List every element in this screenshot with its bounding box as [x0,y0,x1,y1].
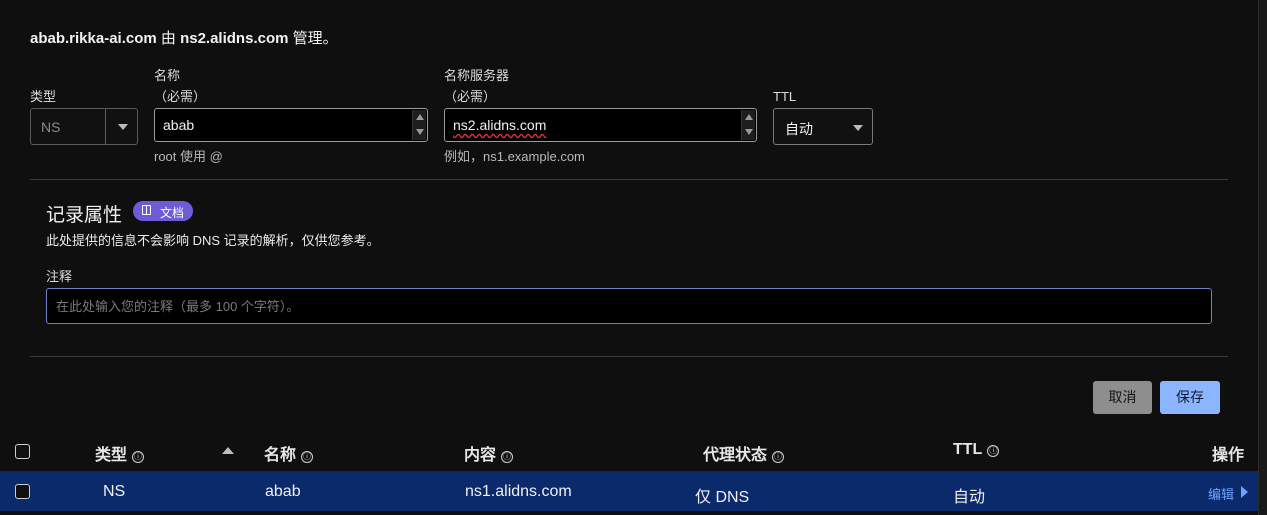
docs-badge-label: 文档 [160,206,185,220]
info-icon: ⓘ [772,451,785,463]
nameserver-hint: 例如，ns1.example.com [444,149,585,164]
nameserver-label: 名称服务器 [444,68,510,83]
select-all-checkbox[interactable] [15,444,30,459]
column-header-content[interactable]: 内容 ⓘ [464,441,514,465]
cell-proxy-status: 仅 DNS [695,489,750,506]
spinner-icon[interactable] [745,112,754,138]
scrollbar[interactable] [1258,0,1267,515]
docs-badge-link[interactable]: 文档 [133,201,193,221]
table-header: 类型 ⓘ 名称 ⓘ 内容 ⓘ 代理状态 ⓘ TTL ⓘ 操作 [0,432,1260,470]
cell-content: ns1.alidns.com [465,483,572,500]
type-label: 类型 [30,89,57,104]
book-icon [142,205,151,215]
column-header-name[interactable]: 名称 ⓘ [264,441,314,465]
note-field[interactable] [46,288,1212,324]
ttl-label: TTL [773,89,797,104]
cell-type: NS [103,483,126,500]
record-attributes-title: 记录属性 [46,205,123,226]
divider [30,356,1228,357]
type-select[interactable]: NS [30,108,138,145]
note-label: 注释 [46,269,73,284]
nameserver-required: （必需） [444,89,497,104]
nameserver-input[interactable]: ns2.alidns.com [444,108,757,142]
type-value: NS [41,119,61,135]
chevron-down-icon [853,125,863,131]
ttl-value: 自动 [785,121,813,137]
info-icon: ⓘ [301,451,314,463]
sort-ascending-icon[interactable] [222,447,234,454]
name-required: （必需） [154,89,207,104]
note-input[interactable] [47,289,1211,323]
select-divider [105,109,106,144]
row-checkbox[interactable] [15,484,30,499]
column-header-proxy-status[interactable]: 代理状态 ⓘ [703,441,785,465]
heading-suffix: 管理。 [288,30,338,47]
chevron-down-icon [118,124,128,130]
bottom-edge [0,511,1260,515]
cancel-button[interactable]: 取消 [1093,381,1152,414]
info-icon: ⓘ [501,451,514,463]
column-header-actions: 操作 [1212,447,1245,464]
domain-name: abab.rikka-ai.com [30,30,157,47]
column-header-type[interactable]: 类型 ⓘ [95,441,145,465]
info-icon: ⓘ [987,445,1000,457]
managed-by-heading: abab.rikka-ai.com 由 ns2.alidns.com 管理。 [30,27,338,48]
nameserver-value: ns2.alidns.com [453,117,547,133]
spinner-icon[interactable] [416,112,425,138]
table-row[interactable]: NS abab ns1.alidns.com 仅 DNS 自动 编辑 [0,471,1260,511]
info-icon: ⓘ [132,451,145,463]
name-hint: root 使用 @ [154,149,223,164]
ttl-select[interactable]: 自动 [773,108,873,145]
save-button[interactable]: 保存 [1160,381,1220,414]
cell-name: abab [265,483,301,500]
name-value: abab [163,117,195,133]
name-input[interactable]: abab [154,108,428,142]
nameserver-name: ns2.alidns.com [180,30,289,47]
divider [30,179,1228,180]
column-header-ttl[interactable]: TTL ⓘ [953,441,1000,459]
record-attributes-description: 此处提供的信息不会影响 DNS 记录的解析，仅供您参考。 [46,233,380,248]
edit-link[interactable]: 编辑 [1208,484,1234,503]
name-label: 名称 [154,68,181,83]
caret-right-icon[interactable] [1241,486,1248,498]
heading-by-text: 由 [156,30,181,47]
cell-ttl: 自动 [953,489,986,506]
